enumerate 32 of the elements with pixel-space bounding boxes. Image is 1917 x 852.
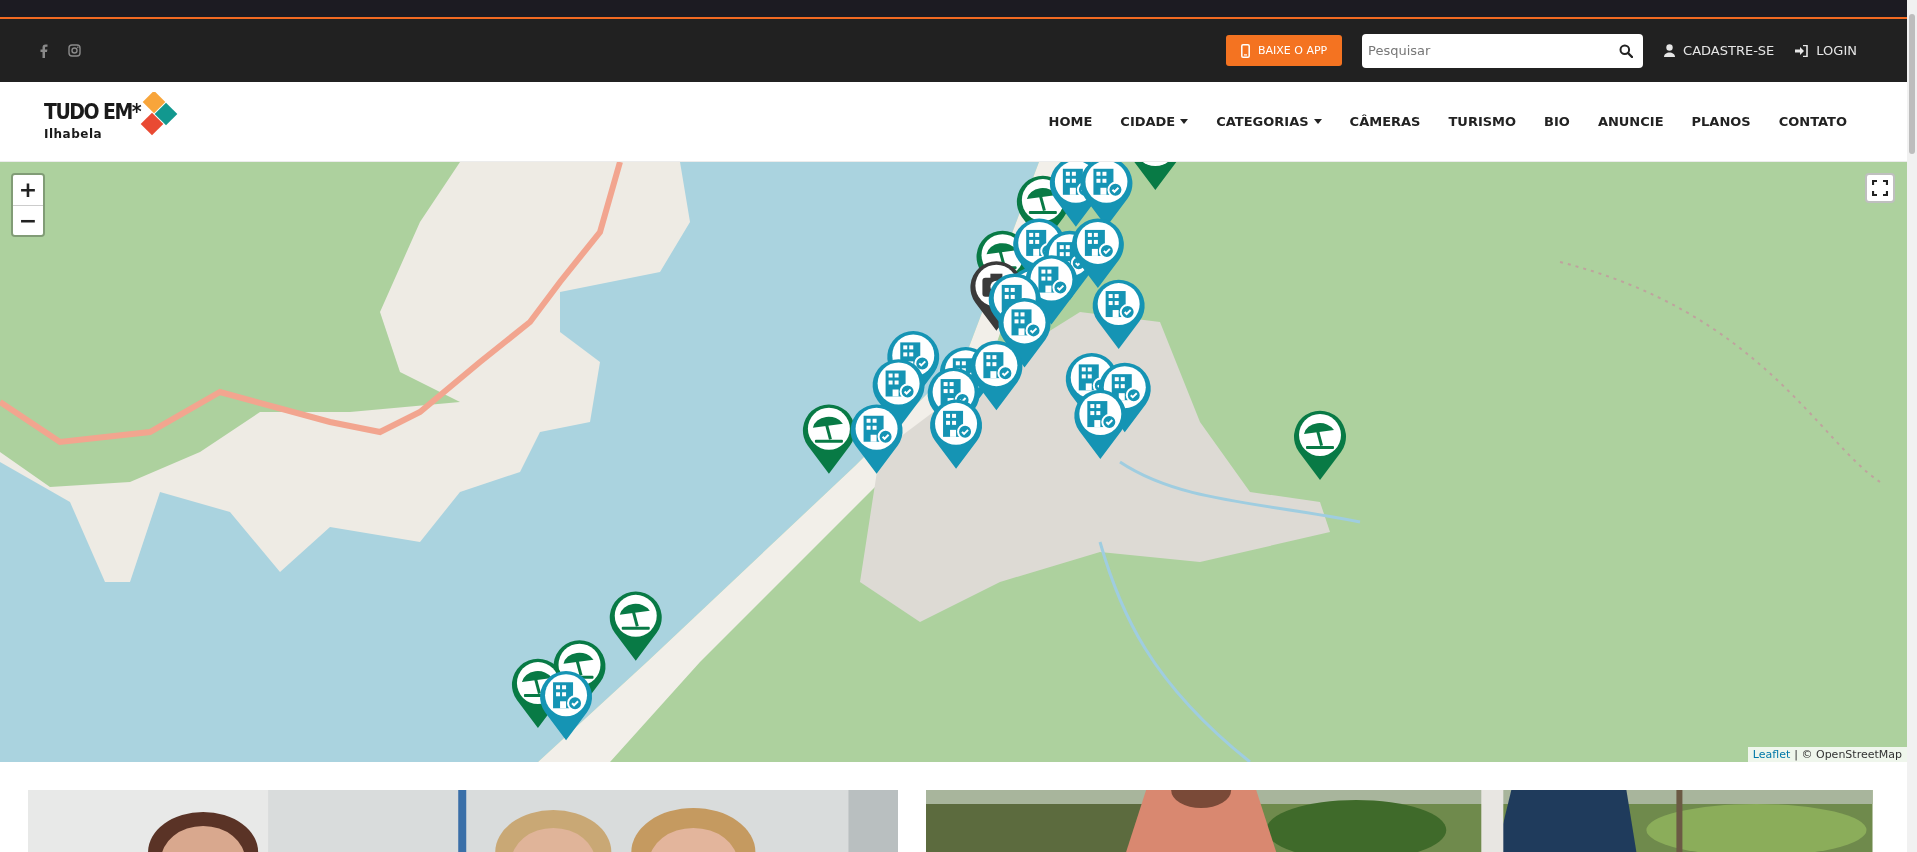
user-icon <box>1664 44 1676 57</box>
fullscreen-button[interactable] <box>1865 173 1895 203</box>
zoom-out-button[interactable]: − <box>13 205 43 235</box>
sign-in-icon <box>1795 44 1809 57</box>
nav-link[interactable]: BIO <box>1530 114 1584 129</box>
leaflet-link[interactable]: Leaflet <box>1752 748 1791 761</box>
link-label: LOGIN <box>1816 43 1857 58</box>
caret-icon <box>1313 119 1322 124</box>
logo-subtitle: Ilhabela <box>44 127 104 141</box>
caret-icon <box>1180 119 1189 124</box>
login-link[interactable]: LOGIN <box>1795 43 1857 58</box>
map-pin-cluster-drawing[interactable] <box>509 588 664 741</box>
zoom-in-button[interactable]: + <box>13 175 43 205</box>
attribution-text: | © OpenStreetMap <box>1794 748 1902 761</box>
nav-link[interactable]: PLANOS <box>1677 114 1765 129</box>
search-field[interactable]: Pesquisar <box>1362 33 1644 68</box>
nav-link[interactable]: CIDADE <box>1106 114 1203 129</box>
facebook-icon[interactable] <box>40 43 48 58</box>
nav-link[interactable]: HOME <box>1034 114 1107 129</box>
nav-link[interactable]: CONTATO <box>1764 114 1861 129</box>
phone-icon <box>1240 43 1250 58</box>
nav-link[interactable]: CATEGORIAS <box>1202 114 1336 129</box>
instagram-icon[interactable] <box>68 44 81 57</box>
search-icon[interactable] <box>1619 43 1634 58</box>
nav-link[interactable]: TURISMO <box>1434 114 1531 129</box>
register-link[interactable]: CADASTRE-SE <box>1664 43 1775 58</box>
scrollbar[interactable] <box>1907 0 1917 852</box>
logo-title: TUDO EM* <box>44 102 141 123</box>
nav-link[interactable]: CÂMERAS <box>1335 114 1435 129</box>
link-label: CADASTRE-SE <box>1683 43 1775 58</box>
fullscreen-icon <box>1872 180 1888 196</box>
nav-link[interactable]: ANUNCIE <box>1583 114 1678 129</box>
